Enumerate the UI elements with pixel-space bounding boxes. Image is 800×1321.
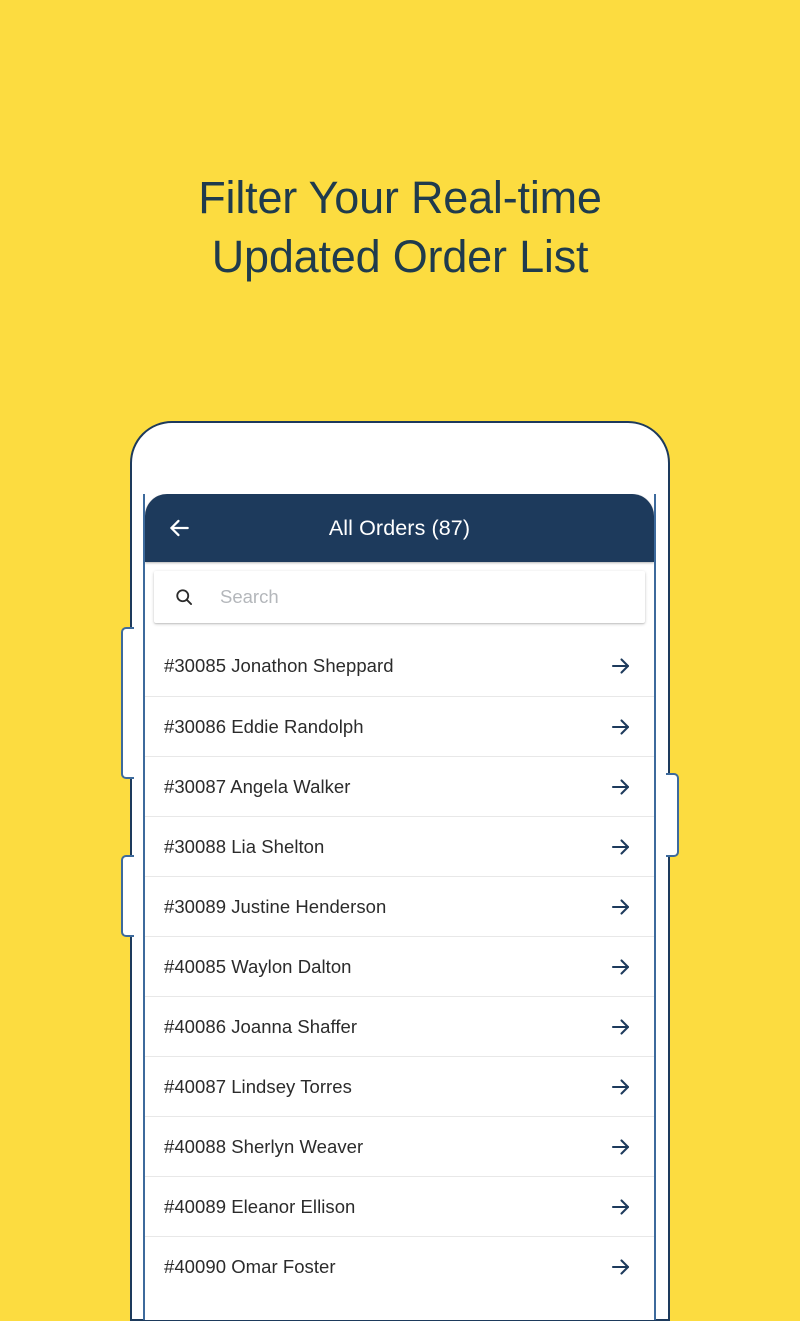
table-row[interactable]: #40085 Waylon Dalton — [145, 936, 654, 996]
order-label: #40088 Sherlyn Weaver — [164, 1135, 364, 1157]
volume-up-button[interactable] — [121, 627, 134, 779]
page-title: Filter Your Real-time Updated Order List — [198, 172, 602, 282]
table-row[interactable]: #40088 Sherlyn Weaver — [145, 1116, 654, 1176]
order-label: #40090 Omar Foster — [164, 1255, 336, 1277]
table-row[interactable]: #40089 Eleanor Ellison — [145, 1176, 654, 1236]
phone-mockup: All Orders (87) #30085 Jonathon Sheppard — [121, 421, 679, 1321]
arrow-right-icon[interactable] — [609, 654, 633, 678]
table-row[interactable]: #40086 Joanna Shaffer — [145, 996, 654, 1056]
order-label: #40085 Waylon Dalton — [164, 955, 352, 977]
search-bar[interactable] — [154, 571, 645, 623]
order-label: #40086 Joanna Shaffer — [164, 1015, 358, 1037]
table-row[interactable]: #30087 Angela Walker — [145, 756, 654, 816]
power-button[interactable] — [666, 773, 679, 857]
table-row[interactable]: #40087 Lindsey Torres — [145, 1056, 654, 1116]
table-row[interactable]: #40090 Omar Foster — [145, 1236, 654, 1296]
volume-down-button[interactable] — [121, 855, 134, 937]
arrow-left-icon — [166, 515, 192, 541]
table-row[interactable]: #30085 Jonathon Sheppard — [145, 636, 654, 696]
order-label: #30085 Jonathon Sheppard — [164, 655, 394, 676]
arrow-right-icon[interactable] — [609, 835, 633, 859]
phone-screen: All Orders (87) #30085 Jonathon Sheppard — [143, 494, 656, 1320]
search-input[interactable] — [220, 586, 600, 608]
order-label: #30086 Eddie Randolph — [164, 715, 364, 737]
table-row[interactable]: #30088 Lia Shelton — [145, 816, 654, 876]
search-icon — [174, 587, 194, 607]
table-row[interactable]: #30089 Justine Henderson — [145, 876, 654, 936]
back-button[interactable] — [157, 506, 201, 550]
order-label: #40089 Eleanor Ellison — [164, 1195, 356, 1217]
arrow-right-icon[interactable] — [609, 955, 633, 979]
arrow-right-icon[interactable] — [609, 715, 633, 739]
arrow-right-icon[interactable] — [609, 1075, 633, 1099]
arrow-right-icon[interactable] — [609, 1015, 633, 1039]
table-row[interactable]: #30086 Eddie Randolph — [145, 696, 654, 756]
search-container — [145, 562, 654, 623]
arrow-right-icon[interactable] — [609, 775, 633, 799]
arrow-right-icon[interactable] — [609, 1255, 633, 1279]
order-list: #30085 Jonathon Sheppard #30086 Eddie Ra… — [145, 636, 654, 1296]
app-bar: All Orders (87) — [145, 494, 654, 562]
order-label: #30089 Justine Henderson — [164, 895, 387, 917]
arrow-right-icon[interactable] — [609, 1135, 633, 1159]
order-label: #30088 Lia Shelton — [164, 835, 325, 857]
order-label: #30087 Angela Walker — [164, 775, 351, 797]
app-bar-title: All Orders (87) — [328, 515, 471, 540]
arrow-right-icon[interactable] — [609, 895, 633, 919]
order-label: #40087 Lindsey Torres — [164, 1075, 352, 1097]
arrow-right-icon[interactable] — [609, 1195, 633, 1219]
